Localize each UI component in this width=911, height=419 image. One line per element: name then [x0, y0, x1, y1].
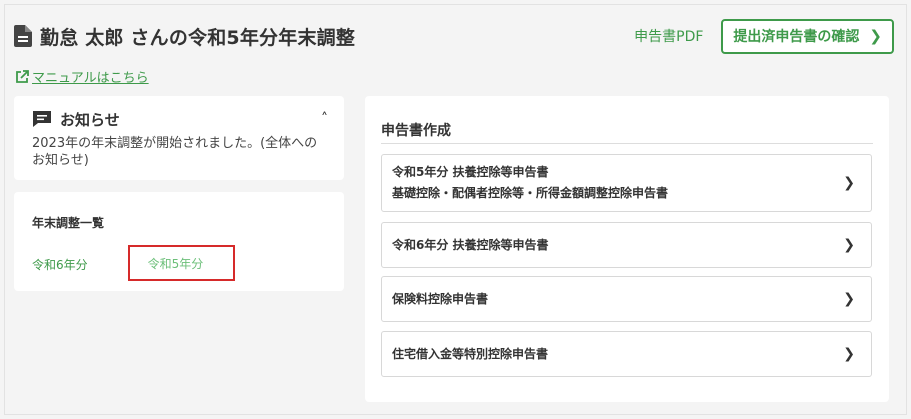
form-item-dependent-r5[interactable]: 令和5年分 扶養控除等申告書 基礎控除・配偶者控除等・所得金額調整控除申告書 ❯	[381, 154, 872, 212]
manual-link[interactable]: マニュアルはこちら	[15, 67, 149, 86]
chevron-right-icon: ❯	[869, 27, 882, 45]
year-end-list-title: 年末調整一覧	[32, 216, 105, 230]
form-item-label: 令和6年分 扶養控除等申告書	[392, 237, 549, 252]
form-item-dependent-r6[interactable]: 令和6年分 扶養控除等申告書 ❯	[381, 222, 872, 268]
chevron-up-icon[interactable]: ˄	[321, 111, 328, 127]
confirm-submitted-label: 提出済申告書の確認	[733, 29, 860, 45]
page-title: 勤怠 太郎 さんの令和5年分年末調整	[40, 26, 356, 49]
chevron-right-icon: ❯	[843, 291, 855, 307]
chevron-right-icon: ❯	[843, 346, 855, 362]
year-list: 令和6年分 令和5年分	[32, 245, 326, 281]
form-item-housing-loan[interactable]: 住宅借入金等特別控除申告書 ❯	[381, 331, 872, 377]
form-creation-card: 申告書作成 令和5年分 扶養控除等申告書 基礎控除・配偶者控除等・所得金額調整控…	[365, 96, 889, 402]
form-item-label: 保険料控除申告書	[392, 291, 489, 306]
confirm-submitted-button[interactable]: 提出済申告書の確認 ❯	[721, 18, 894, 54]
document-icon	[14, 25, 32, 47]
year-link-r6[interactable]: 令和6年分	[32, 256, 88, 273]
form-creation-title: 申告書作成	[381, 96, 873, 144]
chevron-right-icon: ❯	[843, 175, 855, 191]
notice-card: お知らせ ˄ 2023年の年末調整が開始されました。(全体へのお知らせ)	[14, 96, 344, 180]
pdf-link[interactable]: 申告書PDF	[634, 26, 703, 46]
form-item-label: 令和5年分 扶養控除等申告書	[392, 165, 549, 179]
year-link-r5[interactable]: 令和5年分	[127, 245, 235, 281]
form-item-label: 住宅借入金等特別控除申告書	[392, 346, 549, 361]
notice-text: 2023年の年末調整が開始されました。(全体へのお知らせ)	[32, 136, 318, 168]
external-link-icon	[16, 69, 29, 83]
chevron-right-icon: ❯	[843, 237, 855, 253]
form-item-insurance[interactable]: 保険料控除申告書 ❯	[381, 276, 872, 322]
chat-icon	[33, 111, 51, 127]
page-header: 勤怠 太郎 さんの令和5年分年末調整 申告書PDF 提出済申告書の確認 ❯	[14, 18, 894, 54]
header-actions: 申告書PDF 提出済申告書の確認 ❯	[634, 18, 894, 54]
year-end-list-card: 年末調整一覧 令和6年分 令和5年分	[14, 192, 344, 291]
form-item-sublabel: 基礎控除・配偶者控除等・所得金額調整控除申告書	[392, 186, 669, 200]
manual-link-label: マニュアルはこちら	[32, 71, 149, 86]
notice-title: お知らせ	[60, 110, 120, 129]
notice-header[interactable]: お知らせ ˄	[32, 108, 328, 130]
